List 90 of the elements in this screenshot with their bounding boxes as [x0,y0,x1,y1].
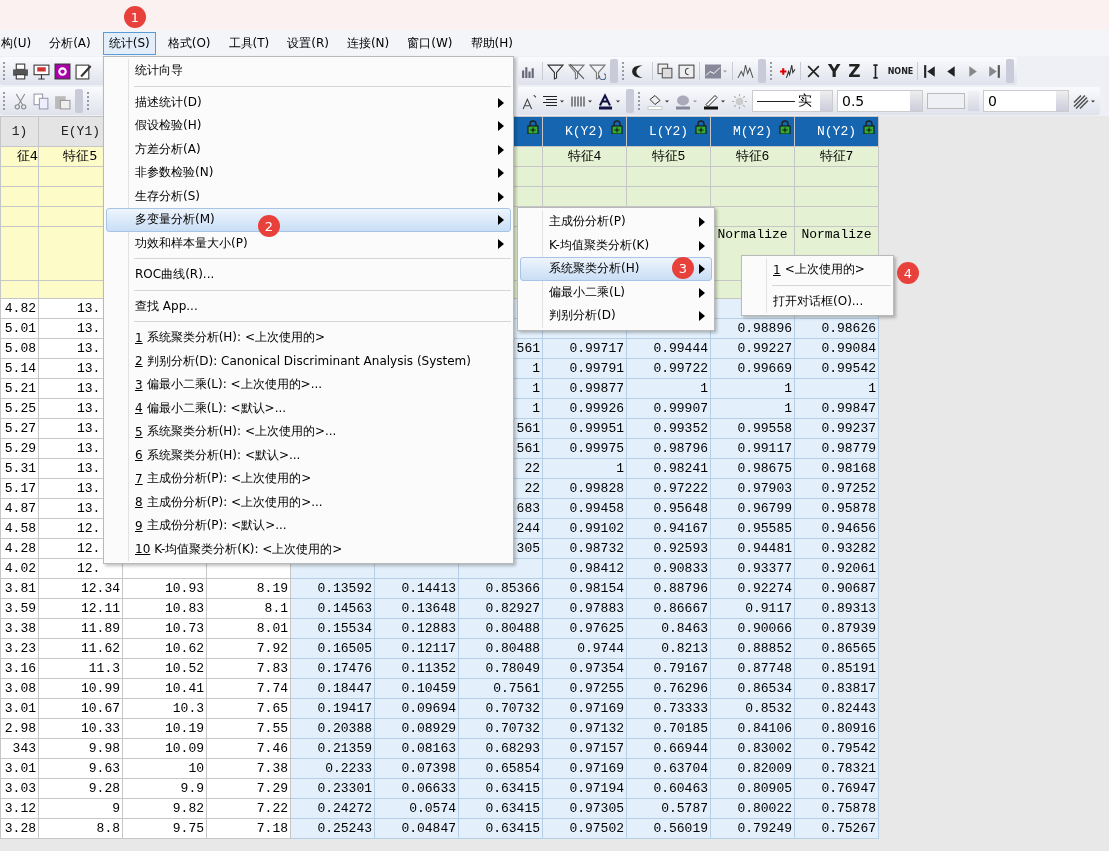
font-color-icon[interactable] [598,92,622,110]
area-chart-icon[interactable] [704,62,728,80]
add-peaks-icon[interactable] [779,62,796,80]
line-style-dropdown[interactable]: 实 [752,90,833,112]
presentation-icon[interactable] [33,62,50,80]
submenu-arrow-icon [699,217,705,227]
table-cell: 5.27 [0,418,39,439]
column-header[interactable]: L(Y2) [626,116,711,147]
pen-color-icon[interactable] [703,92,727,110]
table-cell: 3.38 [0,618,39,639]
submenu-arrow-icon [498,121,504,131]
axis-button[interactable]: Z [846,61,863,81]
table-cell: 3.59 [0,598,39,619]
submenu-arrow-icon [699,311,705,321]
menu-item[interactable]: K-均值聚类分析(K) [520,233,712,257]
table-cell: 4.87 [0,498,39,519]
menu-item[interactable]: 主成份分析(P) [520,210,712,234]
submenu-arrow-icon [699,287,705,298]
filter-icon[interactable] [547,62,564,80]
submenu-arrow-icon [498,215,504,225]
column-header[interactable]: K(Y2) [542,116,627,147]
table-cell: 5.17 [0,478,39,499]
table-cell: 5.25 [0,398,39,419]
printer-icon[interactable] [12,62,29,80]
menu-item[interactable]: 统计向导 [106,59,511,83]
hatch-icon[interactable] [1073,92,1097,110]
filter-off-icon[interactable] [568,62,585,80]
table-cell: 4.58 [0,518,39,539]
font-size-icon[interactable] [521,92,538,110]
menu-bar-item[interactable]: 连接(N) [340,31,396,55]
submenu-arrow-icon [699,264,705,274]
offset-dropdown[interactable]: 0 [983,90,1069,112]
menu-item[interactable]: 打开对话框(O)... [744,289,891,313]
table-cell: 3.03 [0,778,39,799]
table-cell: 343 [0,738,39,759]
table-cell: 3.08 [0,678,39,699]
submenu-arrow-icon [498,191,504,202]
menu-item[interactable]: ROC曲线(R)... [106,263,511,287]
axis-button[interactable]: Y [826,61,843,81]
menu-bar-item[interactable]: 分析(A) [43,31,97,55]
table-cell: 3.01 [0,698,39,719]
label-cell: 征4 [0,146,39,167]
menu-bar-item[interactable]: 统计(S) [102,31,156,55]
copy-icon[interactable] [33,92,50,110]
table-cell: 5.08 [0,338,39,359]
menu-item[interactable]: 描述统计(D) [106,90,511,114]
submenu-arrow-icon [699,240,705,251]
table-cell: 4.82 [0,298,39,319]
table-cell: 4.28 [0,538,39,559]
filter-refresh-icon[interactable] [589,62,606,80]
menu-bar-item[interactable]: 设置(R) [281,31,335,55]
menu-bar-item[interactable]: 工具(T) [222,31,276,55]
column-header[interactable]: N(Y2) [794,116,879,147]
none-button[interactable]: NONE [887,66,914,76]
target-icon[interactable] [54,62,71,80]
window-icon[interactable] [678,62,695,80]
menu-bar-item[interactable]: 窗口(W) [401,31,459,55]
menu-bar-item[interactable]: 格式(O) [161,31,217,55]
table-cell: 5.14 [0,358,39,379]
peaks-icon[interactable] [737,62,754,80]
menu-item[interactable]: 生存分析(S) [106,184,511,208]
column-header[interactable]: M(Y2) [710,116,795,147]
scissors-icon[interactable] [12,92,29,110]
table-cell: 5.29 [0,438,39,459]
submenu-arrow-icon [498,97,504,108]
fill-bucket-icon[interactable] [647,92,671,110]
table-cell: 3.12 [0,798,39,819]
submenu-arrow-icon [498,168,504,178]
table-cell: 2.98 [0,718,39,739]
menu-item[interactable]: 偏最小二乘(L) [520,280,712,304]
color-dropdown[interactable] [927,91,979,111]
table-cell: 3.28 [0,818,39,839]
table-cell: 3.16 [0,658,39,679]
menu-bar-item[interactable]: 帮助(H) [464,31,519,55]
table-cell: 3.23 [0,638,39,659]
table-cell: 3.01 [0,758,39,779]
layers-icon[interactable] [657,62,674,80]
table-cell: 3.81 [0,578,39,599]
submenu-arrow-icon [498,144,504,155]
table-cell: 4.02 [0,558,39,579]
menu-bar-item[interactable]: 构(U) [0,31,38,55]
column-header[interactable]: 1) [0,116,39,147]
pen-icon[interactable] [75,62,92,80]
step-badge: 4 [897,262,919,284]
submenu-arrow-icon [498,238,504,249]
table-cell: 5.01 [0,318,39,339]
line-width-dropdown[interactable]: 0.5 [837,90,923,112]
table-cell: 5.31 [0,458,39,479]
menu-item[interactable]: 判别分析(D) [520,304,712,328]
table-cell: 5.21 [0,378,39,399]
